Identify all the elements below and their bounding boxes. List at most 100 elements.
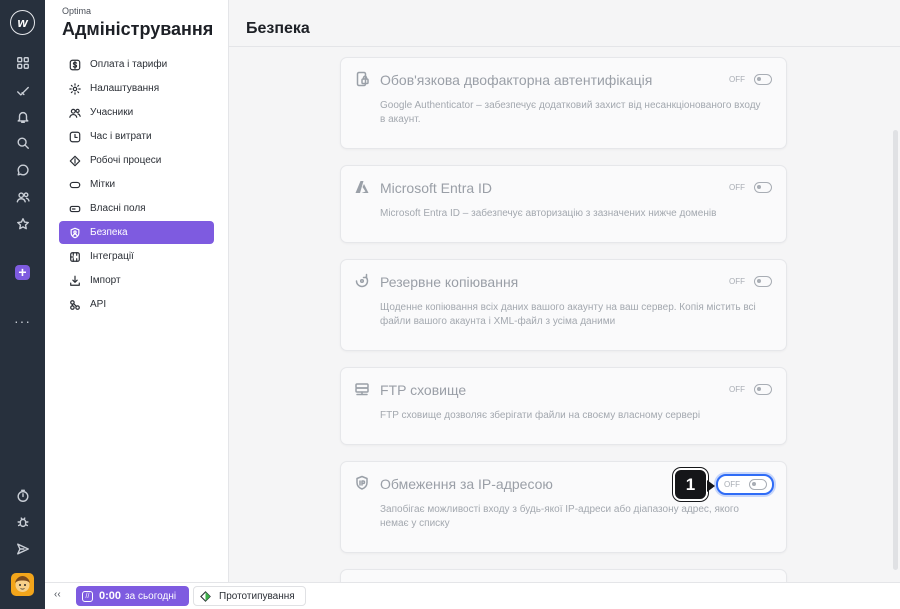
time-tracker-button[interactable]: // 0:00 за сьогодні bbox=[76, 586, 189, 606]
toggle-state-label: OFF bbox=[729, 75, 745, 84]
sidebar-item-label: Робочі процеси bbox=[90, 155, 162, 166]
gear-icon bbox=[68, 82, 81, 95]
timer-label: за сьогодні bbox=[125, 590, 177, 602]
card-description: FTP сховище дозволяє зберігати файли на … bbox=[380, 410, 701, 421]
toggle-switch[interactable] bbox=[754, 182, 772, 193]
sidebar-item-members[interactable]: Учасники bbox=[59, 101, 214, 124]
clock-icon bbox=[68, 130, 81, 143]
card-partial bbox=[340, 569, 787, 582]
breadcrumb[interactable]: Optima bbox=[62, 6, 91, 16]
chat-icon[interactable] bbox=[0, 158, 45, 182]
toggle-state-label: OFF bbox=[729, 385, 745, 394]
tracker-icon: // bbox=[82, 590, 93, 602]
sidebar-item-billing[interactable]: Оплата і тарифи bbox=[59, 53, 214, 76]
ip-shield-icon bbox=[353, 474, 371, 492]
toggle-state-label: OFF bbox=[729, 277, 745, 286]
field-icon bbox=[68, 202, 81, 215]
sidebar-item-label: Налаштування bbox=[90, 83, 160, 94]
settings-sidebar: Optima Адміністрування Оплата і тарифи Н… bbox=[45, 0, 229, 582]
sidebar-item-label: Оплата і тарифи bbox=[90, 59, 168, 70]
card-title: Обмеження за IP-адресою bbox=[380, 476, 553, 492]
step-callout: 1 bbox=[673, 468, 715, 501]
toggle-state-label: OFF bbox=[729, 183, 745, 192]
card-title: Резервне копіювання bbox=[380, 274, 519, 290]
backup-toggle[interactable]: OFF bbox=[729, 276, 772, 287]
card-description: Microsoft Entra ID – забезпечує авториза… bbox=[380, 208, 717, 219]
people-icon[interactable] bbox=[0, 185, 45, 209]
card-title: Microsoft Entra ID bbox=[380, 180, 493, 196]
toggle-state-label: OFF bbox=[724, 480, 740, 489]
card-description: Щоденне копіювання всіх даних вашого ака… bbox=[380, 302, 756, 327]
sidebar-item-label: Мітки bbox=[90, 179, 116, 190]
sidebar-title: Адміністрування bbox=[62, 19, 214, 39]
star-icon[interactable] bbox=[0, 212, 45, 236]
search-icon[interactable] bbox=[0, 131, 45, 155]
bottom-bar: ‹‹ // 0:00 за сьогодні Прототипування bbox=[45, 582, 900, 609]
sidebar-item-tags[interactable]: Мітки bbox=[59, 173, 214, 196]
timer-icon[interactable] bbox=[0, 484, 45, 508]
grid-icon[interactable] bbox=[0, 51, 45, 75]
sidebar-item-settings[interactable]: Налаштування bbox=[59, 77, 214, 100]
card-two-factor: Обов'язкова двофакторна автентифікація O… bbox=[340, 57, 787, 149]
integration-icon bbox=[68, 250, 81, 263]
card-entra-id: Microsoft Entra ID OFF Microsoft Entra I… bbox=[340, 165, 787, 243]
toggle-switch[interactable] bbox=[754, 384, 772, 395]
security-cards: Обов'язкова двофакторна автентифікація O… bbox=[229, 47, 891, 582]
tag-icon bbox=[68, 178, 81, 191]
sidebar-item-security[interactable]: Безпека bbox=[59, 221, 214, 244]
toggle-switch[interactable] bbox=[754, 276, 772, 287]
avatar[interactable] bbox=[11, 573, 34, 596]
app-rail: w + ··· bbox=[0, 0, 45, 609]
shield-icon bbox=[68, 226, 81, 239]
entra-id-toggle[interactable]: OFF bbox=[729, 182, 772, 193]
toggle-switch[interactable] bbox=[754, 74, 772, 85]
app-logo[interactable]: w bbox=[10, 10, 35, 35]
backup-icon bbox=[353, 272, 371, 290]
sidebar-item-time[interactable]: Час і витрати bbox=[59, 125, 214, 148]
sidebar-item-import[interactable]: Імпорт bbox=[59, 269, 214, 292]
sidebar-item-integrations[interactable]: Інтеграції bbox=[59, 245, 214, 268]
collapse-icon[interactable]: ‹‹ bbox=[54, 589, 61, 600]
card-description: Запобігає можливості входу з будь-якої I… bbox=[380, 504, 739, 529]
ftp-toggle[interactable]: OFF bbox=[729, 384, 772, 395]
sidebar-item-label: Власні поля bbox=[90, 203, 146, 214]
toggle-switch[interactable] bbox=[749, 479, 767, 490]
sidebar-item-workflows[interactable]: Робочі процеси bbox=[59, 149, 214, 172]
workflow-icon bbox=[200, 590, 211, 602]
card-backup: Резервне копіювання OFF Щоденне копіюван… bbox=[340, 259, 787, 351]
card-ip-restriction: Обмеження за IP-адресою OFF Запобігає мо… bbox=[340, 461, 787, 553]
sidebar-item-label: Інтеграції bbox=[90, 251, 134, 262]
bell-icon[interactable] bbox=[0, 105, 45, 129]
tasks-check-icon[interactable] bbox=[0, 79, 45, 103]
users-icon bbox=[68, 106, 81, 119]
server-icon bbox=[353, 380, 371, 398]
two-factor-toggle[interactable]: OFF bbox=[729, 74, 772, 85]
sidebar-item-custom-fields[interactable]: Власні поля bbox=[59, 197, 214, 220]
azure-icon bbox=[353, 178, 371, 196]
card-title: FTP сховище bbox=[380, 382, 467, 398]
sidebar-item-label: API bbox=[90, 299, 107, 310]
phone-lock-icon bbox=[353, 70, 371, 88]
sidebar-item-label: Учасники bbox=[90, 107, 134, 118]
card-title: Обов'язкова двофакторна автентифікація bbox=[380, 72, 653, 88]
card-ftp: FTP сховище OFF FTP сховище дозволяє збе… bbox=[340, 367, 787, 445]
sidebar-item-api[interactable]: API bbox=[59, 293, 214, 316]
api-icon bbox=[68, 298, 81, 311]
timer-value: 0:00 bbox=[99, 590, 122, 602]
bug-icon[interactable] bbox=[0, 510, 45, 534]
page-title: Безпека bbox=[246, 20, 310, 37]
import-icon bbox=[68, 274, 81, 287]
dollar-icon bbox=[68, 58, 81, 71]
create-button[interactable]: + bbox=[15, 265, 30, 280]
more-icon[interactable]: ··· bbox=[0, 313, 45, 329]
settings-menu: Оплата і тарифи Налаштування Учасники Ча… bbox=[59, 53, 214, 317]
sidebar-item-label: Імпорт bbox=[90, 275, 121, 286]
project-label: Прототипування bbox=[219, 590, 295, 602]
ip-restriction-toggle[interactable]: OFF bbox=[716, 474, 774, 495]
project-button[interactable]: Прототипування bbox=[193, 586, 306, 606]
sidebar-item-label: Час і витрати bbox=[90, 131, 152, 142]
send-icon[interactable] bbox=[0, 537, 45, 561]
sidebar-item-label: Безпека bbox=[90, 227, 128, 238]
scrollbar[interactable] bbox=[893, 130, 898, 570]
card-description: Google Authenticator – забезпечує додатк… bbox=[380, 100, 761, 125]
